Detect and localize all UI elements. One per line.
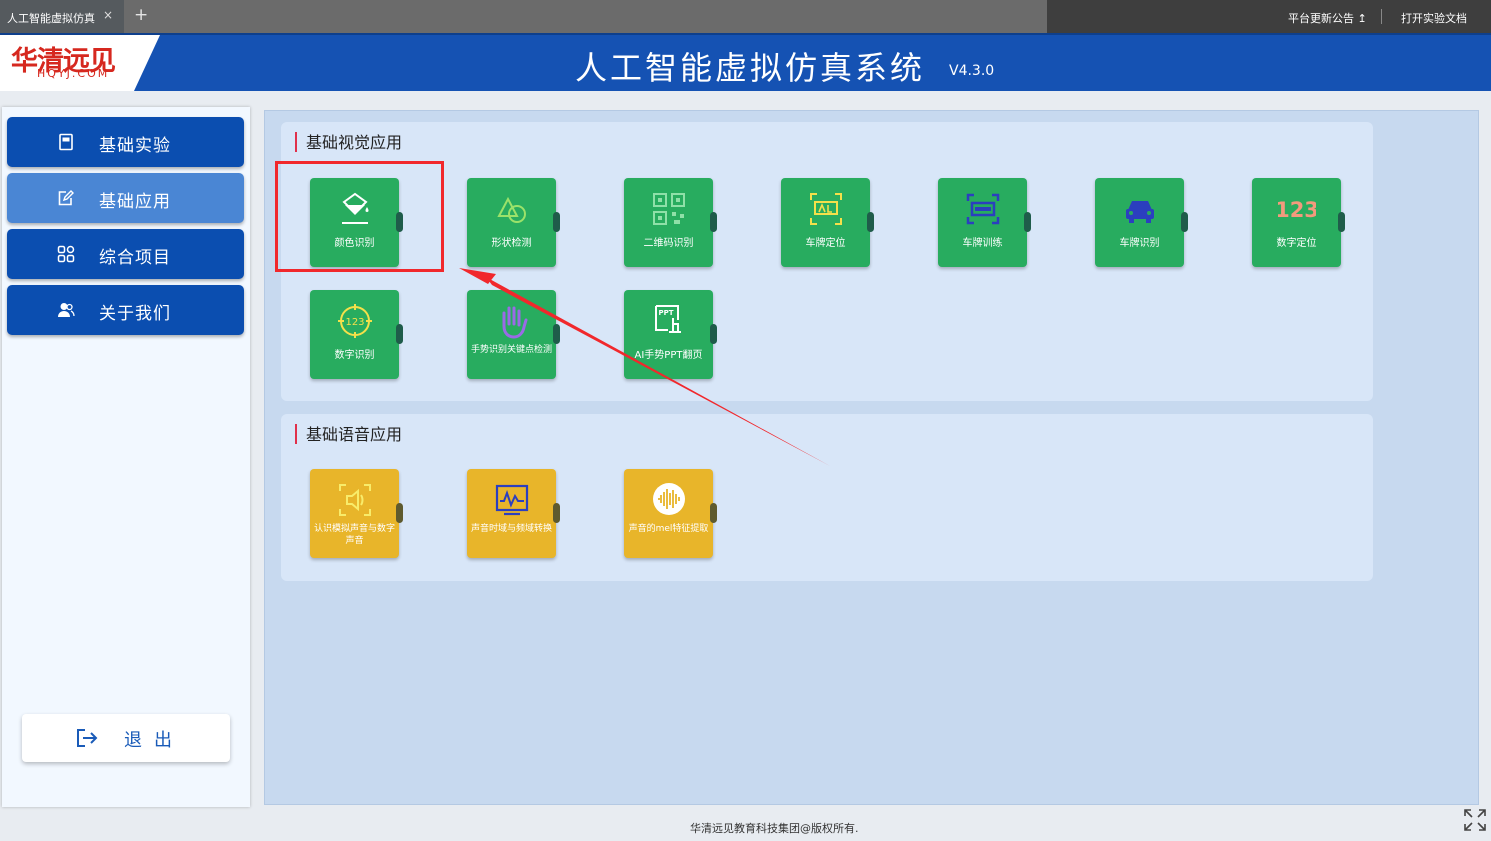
target-123-icon: 123 [338,304,372,338]
card-handle [710,503,717,523]
sidebar-item-basic-experiment[interactable]: 基础实验 [7,117,244,167]
card-handle [710,324,717,344]
card-label: 车牌识别 [1119,238,1160,249]
card-handle [867,212,874,232]
card-handle [553,324,560,344]
card-label: 认识模拟声音与数字声音 [313,524,395,546]
svg-text:123: 123 [1278,198,1316,222]
card-handle [396,503,403,523]
card-shape-detection[interactable]: 形状检测 [467,178,560,267]
sidebar: 基础实验 基础应用 综合项目 关于我们 退出 [2,107,250,807]
main-panel: 基础视觉应用 颜色识别 形状检测 二维码识别 车牌定位 车牌训练 车牌识别 12… [264,110,1479,805]
notebook-icon [59,133,73,151]
card-label: 车牌训练 [962,238,1003,249]
card-time-frequency[interactable]: 声音时域与频域转换 [467,469,560,558]
card-label: 数字定位 [1276,238,1317,249]
qrcode-icon [653,193,685,225]
browser-tab[interactable]: 人工智能虚拟仿真 × [0,0,124,33]
sidebar-item-label: 综合项目 [99,248,171,268]
sidebar-item-basic-application[interactable]: 基础应用 [7,173,244,223]
card-gesture-keypoints[interactable]: 手势识别关键点检测 [467,290,560,379]
speaker-icon [339,484,371,516]
section-title: 基础视觉应用 [295,132,402,152]
footer-copyright: 华清远见教育科技集团@版权所有. [690,822,859,835]
card-handle [553,212,560,232]
edit-icon [58,190,74,206]
card-handle [1024,212,1031,232]
svg-text:PPT: PPT [658,309,673,317]
card-analog-digital-sound[interactable]: 认识模拟声音与数字声音 [310,469,403,558]
audio-wave-icon [653,483,685,515]
highlight-box [275,161,444,272]
exit-label: 退出 [124,730,184,751]
card-handle [396,324,403,344]
section-title: 基础语音应用 [295,424,402,444]
logo-subtext: HQYJ.COM [37,67,110,80]
browser-tab-title: 人工智能虚拟仿真 [7,12,95,25]
waveform-icon [495,484,529,516]
divider [1381,9,1382,24]
open-doc-link[interactable]: 打开实验文档 [1401,10,1467,26]
card-digit-locate[interactable]: 123 数字定位 [1252,178,1345,267]
fullscreen-icon[interactable] [1463,808,1487,832]
card-label: 数字识别 [334,350,375,361]
card-label: 车牌定位 [805,238,846,249]
sidebar-item-label: 基础实验 [99,136,171,156]
card-handle [553,503,560,523]
platform-notice-link[interactable]: 平台更新公告 ↥ [1288,10,1367,26]
digits-123-icon: 123 [1278,198,1316,222]
card-plate-locate[interactable]: 车牌定位 [781,178,874,267]
section-speech-apps: 基础语音应用 认识模拟声音与数字声音 声音时域与频域转换 声音的mel特征提取 [281,414,1373,581]
card-handle [1181,212,1188,232]
ppt-gesture-icon: PPT [655,305,681,333]
shapes-icon [497,196,526,223]
card-label: AI手势PPT翻页 [634,350,703,361]
users-icon [58,303,75,317]
card-handle [1338,212,1345,232]
new-tab-button[interactable]: + [134,5,148,25]
card-digit-recognition[interactable]: 123 数字识别 [310,290,403,379]
card-label: 声音的mel特征提取 [628,524,709,534]
grid-icon [57,245,75,263]
card-label: 声音时域与频域转换 [470,524,552,534]
card-plate-recognition[interactable]: 车牌识别 [1095,178,1188,267]
card-label: 二维码识别 [643,238,694,249]
hand-icon [502,306,528,339]
logout-icon [77,729,98,747]
card-label: 手势识别关键点检测 [470,345,552,355]
sidebar-item-label: 关于我们 [99,304,171,324]
page-title: 人工智能虚拟仿真系统 [575,49,926,87]
plate-locate-icon [810,193,842,225]
card-qrcode-recognition[interactable]: 二维码识别 [624,178,717,267]
logo: 华清远见 HQYJ.COM [0,35,160,91]
card-label: 形状检测 [491,238,532,249]
card-ai-gesture-ppt[interactable]: PPT AI手势PPT翻页 [624,290,717,379]
sidebar-item-about-us[interactable]: 关于我们 [7,285,244,335]
version-label: V4.3.0 [949,63,995,79]
sidebar-item-label: 基础应用 [99,192,171,212]
svg-text:123: 123 [345,317,364,328]
card-handle [710,212,717,232]
section-vision-apps: 基础视觉应用 颜色识别 形状检测 二维码识别 车牌定位 车牌训练 车牌识别 12… [281,122,1373,401]
plate-scan-icon [966,193,1000,225]
exit-button[interactable]: 退出 [22,714,230,762]
card-mel-features[interactable]: 声音的mel特征提取 [624,469,717,558]
card-plate-training[interactable]: 车牌训练 [938,178,1031,267]
browser-tab-bar: 人工智能虚拟仿真 × + 平台更新公告 ↥ 打开实验文档 [0,0,1491,33]
tab-close-icon[interactable]: × [103,8,113,22]
sidebar-item-integrated-projects[interactable]: 综合项目 [7,229,244,279]
app-header: 华清远见 HQYJ.COM 人工智能虚拟仿真系统 V4.3.0 [0,33,1491,91]
car-icon [1126,201,1154,223]
